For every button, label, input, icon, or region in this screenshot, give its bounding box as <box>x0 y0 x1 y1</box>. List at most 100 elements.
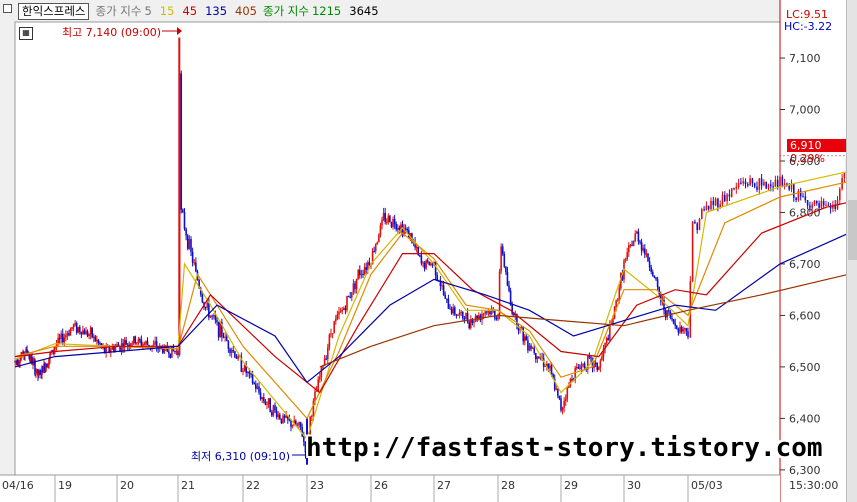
price-chart[interactable]: 7,1007,0006,9006,8006,7006,6006,5006,400… <box>0 0 857 502</box>
price-bar <box>387 215 390 222</box>
price-bar <box>237 355 239 359</box>
price-bar <box>303 436 305 442</box>
price-bar <box>571 379 573 381</box>
price-bar <box>728 194 731 197</box>
price-bar <box>227 340 230 349</box>
price-bar <box>174 350 176 352</box>
price-bar <box>146 341 149 345</box>
price-bar <box>564 399 567 401</box>
price-bar <box>183 212 186 230</box>
price-bar <box>672 319 675 324</box>
vertical-scrollbar[interactable] <box>846 0 857 502</box>
price-bar <box>494 310 496 318</box>
ma-label: 종가 지수 <box>95 4 142 18</box>
price-bar <box>378 234 380 243</box>
price-bar <box>549 365 551 369</box>
price-bar <box>154 341 156 345</box>
x-tick-label: 30 <box>627 479 641 492</box>
price-bar <box>349 296 351 298</box>
price-bar <box>806 200 809 206</box>
price-bar <box>382 212 385 220</box>
price-bar <box>454 307 456 315</box>
price-bar <box>145 341 147 344</box>
price-bar <box>639 241 641 243</box>
price-bar <box>191 251 194 263</box>
price-bar <box>169 353 172 358</box>
price-bar <box>140 339 143 346</box>
price-bar <box>235 357 238 359</box>
price-bar <box>188 239 191 249</box>
price-bar <box>77 327 80 333</box>
price-bar <box>142 344 144 346</box>
price-bar <box>132 336 135 344</box>
scrollbar-thumb[interactable] <box>848 200 857 260</box>
price-bar <box>360 273 363 276</box>
price-bar <box>155 341 158 349</box>
x-tick-label: 23 <box>310 479 324 492</box>
price-bar <box>447 298 450 309</box>
price-bar <box>813 201 816 205</box>
price-bar <box>325 358 327 360</box>
price-bar <box>71 327 73 329</box>
chart-settings-icon[interactable]: ▦ <box>19 27 33 40</box>
price-bar <box>703 209 705 211</box>
x-tick-label: 20 <box>120 479 134 492</box>
price-bar <box>679 326 681 333</box>
price-bar <box>136 342 138 344</box>
chart-window: 7,100 7,000 6,900 6,800 6,700 6,600 6,500 6,400… <box>0 0 857 502</box>
y-tick-label: 6,700 <box>789 258 821 271</box>
price-bar <box>446 298 448 300</box>
price-bar <box>79 327 81 332</box>
hc-value: HC:-3.22 <box>784 20 833 33</box>
price-bar <box>535 353 537 360</box>
price-bar <box>767 184 770 189</box>
price-bar <box>450 308 453 314</box>
price-bar <box>357 269 359 279</box>
price-bar <box>680 326 683 332</box>
price-bar <box>677 328 680 333</box>
price-bar <box>234 351 236 358</box>
grid-toggle-icon[interactable] <box>3 4 12 13</box>
price-bar <box>217 322 220 338</box>
price-bar <box>714 198 717 206</box>
price-bar <box>288 419 291 421</box>
plot-area[interactable] <box>14 21 781 476</box>
x-tick-label: 19 <box>58 479 72 492</box>
price-bar <box>338 311 340 315</box>
price-bar <box>117 344 120 346</box>
price-bar <box>222 336 225 338</box>
price-bar <box>444 294 446 299</box>
price-bar <box>575 367 578 369</box>
price-bar <box>434 261 437 276</box>
price-bar <box>137 339 140 343</box>
price-bar <box>536 356 539 360</box>
price-bar <box>566 387 569 400</box>
price-bar <box>363 267 366 275</box>
price-bar <box>615 300 617 307</box>
price-bar <box>717 198 719 208</box>
price-bar <box>193 262 196 264</box>
price-bar <box>550 365 553 375</box>
price-bar <box>319 376 321 380</box>
price-bar <box>74 323 76 325</box>
price-bar <box>385 221 388 223</box>
price-bar <box>594 362 597 364</box>
ma-period-45: 45 <box>182 4 198 18</box>
price-bar <box>256 386 259 389</box>
price-bar <box>280 418 283 424</box>
price-bar <box>758 178 761 190</box>
price-bar <box>374 244 377 252</box>
price-bar <box>214 315 217 321</box>
price-bar <box>538 356 540 359</box>
price-bar <box>243 365 246 371</box>
price-bar <box>726 194 728 202</box>
price-bar <box>182 209 184 213</box>
price-bar <box>177 351 179 355</box>
price-bar <box>509 290 512 305</box>
price-bar <box>624 259 627 261</box>
price-bar <box>701 209 703 219</box>
ma-period-3645: 3645 <box>349 4 379 18</box>
price-bar <box>362 273 364 275</box>
instrument-name[interactable]: 한익스프레스 <box>18 2 90 20</box>
price-bar <box>555 388 558 390</box>
